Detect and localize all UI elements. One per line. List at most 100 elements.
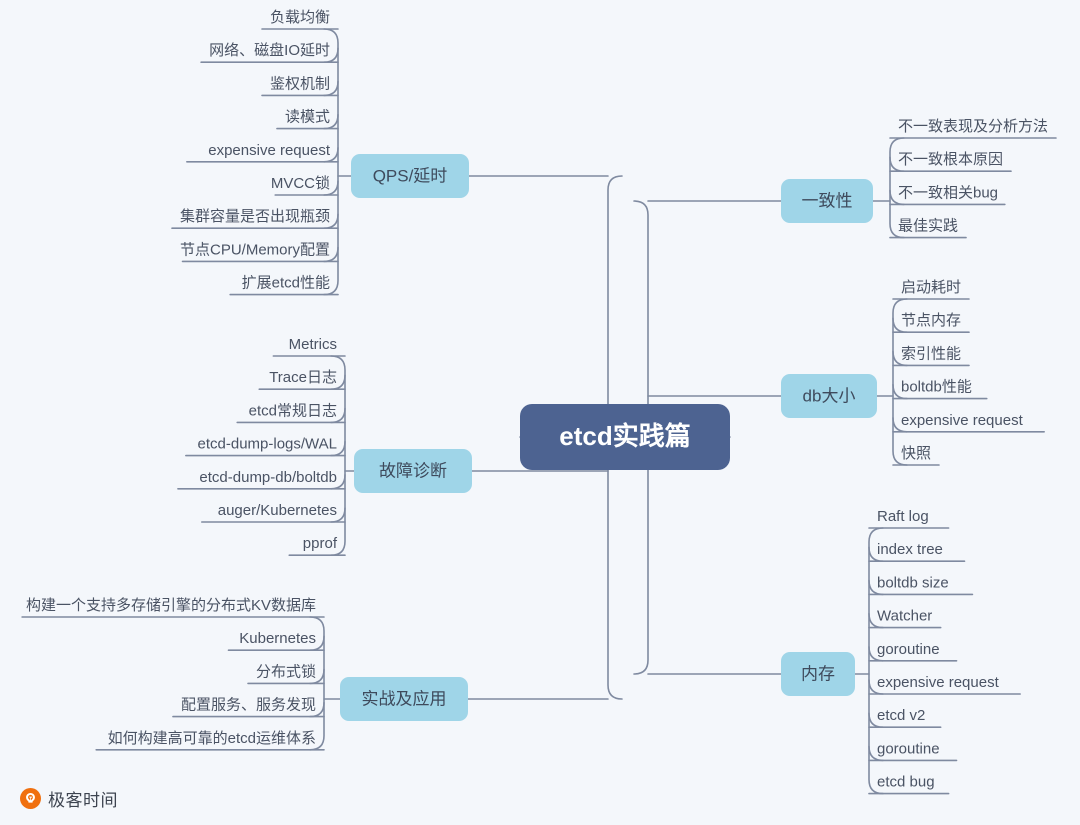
leaf-label: Watcher	[877, 608, 932, 625]
center-node-label: etcd实践篇	[559, 421, 690, 451]
leaf-label: auger/Kubernetes	[218, 502, 337, 519]
leaf-node[interactable]: 负载均衡	[261, 9, 339, 30]
leaf-node[interactable]: expensive request	[868, 674, 1021, 695]
leaf-node[interactable]: index tree	[868, 541, 966, 563]
leaf-label: Raft log	[877, 508, 929, 525]
leaf-label: 鉴权机制	[270, 75, 330, 92]
mindmap-diagram: 负载均衡网络、磁盘IO延时鉴权机制读模式 expensive request MVC…	[21, 9, 1057, 795]
branch-node-label-dbsize: db大小	[803, 386, 856, 405]
leaf-label: 配置服务、服务发现	[181, 697, 316, 714]
branch-node-label-diagnosis: 故障诊断	[379, 461, 447, 480]
leaf-node[interactable]: Metrics	[272, 336, 346, 357]
leaf-node[interactable]: auger/Kubernetes	[201, 502, 346, 523]
leaf-label: etcd bug	[877, 774, 935, 791]
leaf-label: goroutine	[877, 740, 940, 757]
leaf-node[interactable]: 扩展etcd性能	[229, 275, 339, 296]
leaf-node[interactable]: Watcher	[868, 608, 942, 629]
leaf-node[interactable]: pprof	[288, 535, 346, 557]
leaf-node[interactable]: 集群容量是否出现瓶颈	[171, 208, 339, 229]
branch-node-consistency[interactable]: 一致性	[781, 179, 873, 223]
leaf-label: boltdb size	[877, 574, 949, 591]
leaf-label: 分布式锁	[256, 663, 316, 680]
leaf-label: expensive request	[208, 142, 331, 159]
leaf-label: pprof	[303, 535, 338, 552]
leaf-label: 构建一个支持多存储引擎的分布式KV数据库	[26, 597, 316, 614]
leaf-label: 不一致相关bug	[898, 184, 998, 201]
branch-node-memory[interactable]: 内存	[781, 652, 855, 696]
leaf-label: goroutine	[877, 641, 940, 658]
leaf-label: expensive request	[877, 674, 1000, 691]
leaf-label: 读模式	[285, 109, 330, 126]
leaf-node[interactable]: etcd bug	[868, 774, 950, 795]
leaf-label: expensive request	[901, 412, 1024, 429]
leaf-node[interactable]: Raft log	[868, 508, 950, 529]
branch-node-practice[interactable]: 实战及应用	[340, 677, 468, 721]
leaf-label: 负载均衡	[270, 9, 330, 26]
leaf-label: 最佳实践	[898, 218, 958, 235]
branch-node-label-consistency: 一致性	[802, 191, 853, 210]
geektime-logo-icon	[20, 788, 41, 809]
branch-node-label-qps: QPS/延时	[373, 166, 448, 185]
leaf-node[interactable]: 索引性能	[892, 345, 970, 367]
leaf-node[interactable]: etcd-dump-logs/WAL	[185, 436, 346, 457]
leaf-node[interactable]: 读模式	[276, 109, 339, 130]
leaf-node[interactable]: etcd-dump-db/boltdb	[177, 469, 346, 490]
leaf-node[interactable]: goroutine	[868, 641, 958, 662]
brand-name: 极客时间	[48, 791, 118, 810]
center-node[interactable]: etcd实践篇	[520, 404, 730, 470]
leaf-node[interactable]: Trace日志	[258, 369, 346, 391]
leaf-node[interactable]: 如何构建高可靠的etcd运维体系	[95, 730, 325, 751]
leaf-label: boltdb性能	[901, 379, 972, 396]
leaf-node[interactable]: expensive request	[186, 142, 339, 163]
leaf-label: 快照	[901, 445, 931, 462]
branch-node-label-practice: 实战及应用	[362, 689, 447, 708]
branch-node-dbsize[interactable]: db大小	[781, 374, 877, 418]
leaf-label: 索引性能	[901, 345, 961, 362]
leaf-label: 不一致表现及分析方法	[898, 118, 1048, 135]
leaf-label: etcd v2	[877, 707, 925, 724]
leaf-node[interactable]: etcd v2	[868, 707, 942, 729]
leaf-node[interactable]: 不一致相关bug	[889, 184, 1006, 206]
leaf-node[interactable]: boltdb性能	[892, 379, 988, 400]
leaf-nodes-layer: 负载均衡网络、磁盘IO延时鉴权机制读模式 expensive request MVC…	[21, 9, 1057, 795]
leaf-label: etcd-dump-db/boltdb	[199, 469, 337, 486]
leaf-label: Metrics	[289, 336, 337, 353]
leaf-label: 节点CPU/Memory配置	[180, 241, 330, 258]
leaf-node[interactable]: 配置服务、服务发现	[172, 697, 325, 718]
leaf-label: 如何构建高可靠的etcd运维体系	[108, 730, 316, 747]
leaf-label: 网络、磁盘IO延时	[209, 41, 330, 59]
leaf-node[interactable]: 网络、磁盘IO延时	[200, 41, 339, 64]
leaf-node[interactable]: 启动耗时	[892, 279, 970, 300]
leaf-node[interactable]: 节点CPU/Memory配置	[180, 241, 339, 263]
brand-logo: 极客时间	[20, 786, 118, 811]
leaf-node[interactable]: 不一致表现及分析方法	[889, 118, 1057, 139]
leaf-node[interactable]: 不一致根本原因	[889, 151, 1012, 172]
leaf-label: 节点内存	[901, 312, 961, 329]
leaf-label: etcd-dump-logs/WAL	[198, 436, 338, 453]
leaf-label: 扩展etcd性能	[242, 275, 330, 292]
leaf-node[interactable]: MVCC锁	[271, 175, 339, 196]
leaf-label: 集群容量是否出现瓶颈	[180, 208, 330, 225]
leaf-node[interactable]: goroutine	[868, 740, 958, 762]
mindmap-canvas-root: 负载均衡网络、磁盘IO延时鉴权机制读模式 expensive request MVC…	[0, 0, 1080, 825]
leaf-node[interactable]: Kubernetes	[227, 630, 325, 652]
leaf-node[interactable]: expensive request	[892, 412, 1045, 433]
branch-node-qps[interactable]: QPS/延时	[351, 154, 469, 198]
leaf-node[interactable]: 分布式锁	[247, 663, 325, 685]
leaf-label: 启动耗时	[901, 279, 961, 296]
leaf-label: MVCC锁	[271, 175, 330, 192]
leaf-node[interactable]: 节点内存	[892, 312, 970, 334]
leaf-label: Trace日志	[269, 369, 337, 386]
branch-node-label-memory: 内存	[801, 664, 835, 683]
leaf-label: etcd常规日志	[249, 402, 337, 419]
leaf-node[interactable]: etcd常规日志	[236, 402, 346, 424]
leaf-node[interactable]: 鉴权机制	[261, 75, 339, 97]
leaf-node[interactable]: 构建一个支持多存储引擎的分布式KV数据库	[21, 597, 325, 618]
leaf-node[interactable]: 快照	[892, 445, 940, 466]
leaf-node[interactable]: boltdb size	[868, 574, 974, 596]
leaf-label: Kubernetes	[239, 630, 316, 647]
leaf-label: 不一致根本原因	[898, 151, 1003, 168]
branch-node-diagnosis[interactable]: 故障诊断	[354, 449, 472, 493]
leaf-label: index tree	[877, 541, 943, 558]
leaf-node[interactable]: 最佳实践	[889, 218, 967, 239]
